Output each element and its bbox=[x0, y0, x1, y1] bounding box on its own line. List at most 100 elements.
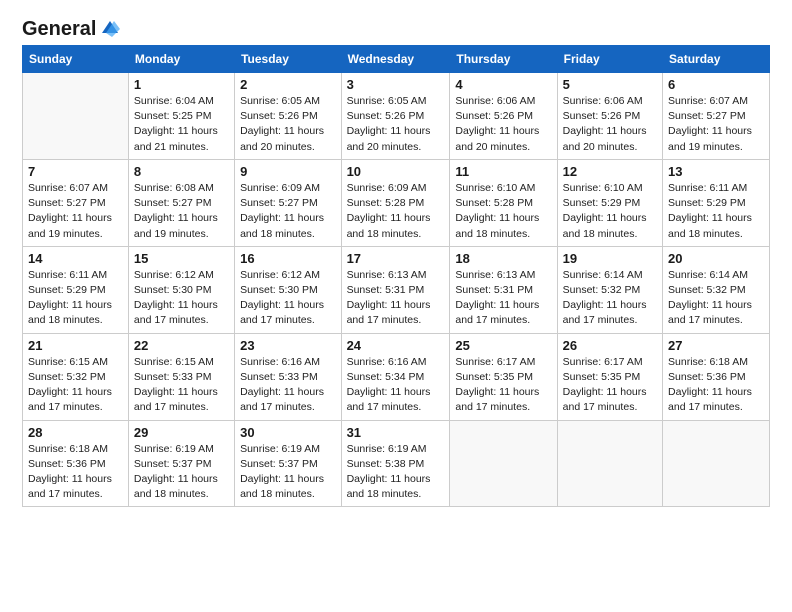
calendar-cell: 24Sunrise: 6:16 AM Sunset: 5:34 PM Dayli… bbox=[341, 333, 450, 420]
calendar-week-row: 21Sunrise: 6:15 AM Sunset: 5:32 PM Dayli… bbox=[23, 333, 770, 420]
day-info: Sunrise: 6:07 AM Sunset: 5:27 PM Dayligh… bbox=[668, 94, 764, 155]
weekday-header: Friday bbox=[557, 46, 662, 73]
day-info: Sunrise: 6:08 AM Sunset: 5:27 PM Dayligh… bbox=[134, 181, 229, 242]
day-info: Sunrise: 6:16 AM Sunset: 5:34 PM Dayligh… bbox=[347, 355, 445, 416]
logo: General bbox=[22, 18, 120, 37]
day-info: Sunrise: 6:19 AM Sunset: 5:37 PM Dayligh… bbox=[240, 442, 335, 503]
calendar-cell: 28 Sunrise: 6:18 AM Sunset: 5:36 PM Dayli… bbox=[23, 420, 129, 507]
day-number: 18 bbox=[455, 251, 551, 266]
day-info: Sunrise: 6:15 AM Sunset: 5:33 PM Dayligh… bbox=[134, 355, 229, 416]
day-number: 20 bbox=[668, 251, 764, 266]
calendar-cell: 29Sunrise: 6:19 AM Sunset: 5:37 PM Dayli… bbox=[128, 420, 234, 507]
day-number: 30 bbox=[240, 425, 335, 440]
day-info: Sunrise: 6:16 AM Sunset: 5:33 PM Dayligh… bbox=[240, 355, 335, 416]
calendar-week-row: 28 Sunrise: 6:18 AM Sunset: 5:36 PM Dayli… bbox=[23, 420, 770, 507]
calendar-week-row: 1Sunrise: 6:04 AM Sunset: 5:25 PM Daylig… bbox=[23, 73, 770, 160]
day-number: 31 bbox=[347, 425, 445, 440]
day-info: Sunrise: 6:13 AM Sunset: 5:31 PM Dayligh… bbox=[347, 268, 445, 329]
calendar-cell bbox=[557, 420, 662, 507]
day-number: 19 bbox=[563, 251, 657, 266]
calendar-cell: 31 Sunrise: 6:19 AM Sunset: 5:38 PM Dayli… bbox=[341, 420, 450, 507]
calendar-cell: 18 Sunrise: 6:13 AM Sunset: 5:31 PM Dayli… bbox=[450, 246, 557, 333]
day-number: 12 bbox=[563, 164, 657, 179]
day-number: 4 bbox=[455, 77, 551, 92]
day-number: 25 bbox=[455, 338, 551, 353]
day-number: 26 bbox=[563, 338, 657, 353]
day-number: 8 bbox=[134, 164, 229, 179]
day-info: Sunrise: 6:14 AM Sunset: 5:32 PM Dayligh… bbox=[563, 268, 657, 329]
calendar-cell: 2 Sunrise: 6:05 AM Sunset: 5:26 PM Daylig… bbox=[235, 73, 341, 160]
calendar-cell: 21Sunrise: 6:15 AM Sunset: 5:32 PM Dayli… bbox=[23, 333, 129, 420]
calendar-header-row: SundayMondayTuesdayWednesdayThursdayFrid… bbox=[23, 46, 770, 73]
day-info: Sunrise: 6:07 AM Sunset: 5:27 PM Dayligh… bbox=[28, 181, 123, 242]
day-info: Sunrise: 6:17 AM Sunset: 5:35 PM Dayligh… bbox=[563, 355, 657, 416]
page: General SundayMondayTuesdayWednesdayThur… bbox=[0, 0, 792, 612]
weekday-header: Monday bbox=[128, 46, 234, 73]
calendar-cell: 1Sunrise: 6:04 AM Sunset: 5:25 PM Daylig… bbox=[128, 73, 234, 160]
calendar-week-row: 14 Sunrise: 6:11 AM Sunset: 5:29 PM Dayli… bbox=[23, 246, 770, 333]
calendar-cell: 10 Sunrise: 6:09 AM Sunset: 5:28 PM Dayli… bbox=[341, 159, 450, 246]
day-info: Sunrise: 6:06 AM Sunset: 5:26 PM Dayligh… bbox=[455, 94, 551, 155]
day-info: Sunrise: 6:19 AM Sunset: 5:37 PM Dayligh… bbox=[134, 442, 229, 503]
day-number: 14 bbox=[28, 251, 123, 266]
calendar-cell: 12 Sunrise: 6:10 AM Sunset: 5:29 PM Dayli… bbox=[557, 159, 662, 246]
calendar-cell: 11Sunrise: 6:10 AM Sunset: 5:28 PM Dayli… bbox=[450, 159, 557, 246]
day-info: Sunrise: 6:05 AM Sunset: 5:26 PM Dayligh… bbox=[240, 94, 335, 155]
header: General bbox=[22, 18, 770, 37]
day-info: Sunrise: 6:06 AM Sunset: 5:26 PM Dayligh… bbox=[563, 94, 657, 155]
day-number: 28 bbox=[28, 425, 123, 440]
calendar-cell: 4 Sunrise: 6:06 AM Sunset: 5:26 PM Daylig… bbox=[450, 73, 557, 160]
calendar-cell: 26 Sunrise: 6:17 AM Sunset: 5:35 PM Dayli… bbox=[557, 333, 662, 420]
weekday-header: Wednesday bbox=[341, 46, 450, 73]
day-number: 13 bbox=[668, 164, 764, 179]
calendar-cell: 3 Sunrise: 6:05 AM Sunset: 5:26 PM Daylig… bbox=[341, 73, 450, 160]
weekday-header: Tuesday bbox=[235, 46, 341, 73]
day-number: 1 bbox=[134, 77, 229, 92]
day-number: 21 bbox=[28, 338, 123, 353]
day-number: 27 bbox=[668, 338, 764, 353]
day-info: Sunrise: 6:10 AM Sunset: 5:28 PM Dayligh… bbox=[455, 181, 551, 242]
calendar-cell: 9Sunrise: 6:09 AM Sunset: 5:27 PM Daylig… bbox=[235, 159, 341, 246]
day-info: Sunrise: 6:11 AM Sunset: 5:29 PM Dayligh… bbox=[28, 268, 123, 329]
calendar-cell: 8 Sunrise: 6:08 AM Sunset: 5:27 PM Daylig… bbox=[128, 159, 234, 246]
day-info: Sunrise: 6:10 AM Sunset: 5:29 PM Dayligh… bbox=[563, 181, 657, 242]
calendar-cell: 14 Sunrise: 6:11 AM Sunset: 5:29 PM Dayli… bbox=[23, 246, 129, 333]
calendar-cell: 20 Sunrise: 6:14 AM Sunset: 5:32 PM Dayli… bbox=[663, 246, 770, 333]
calendar-cell: 22 Sunrise: 6:15 AM Sunset: 5:33 PM Dayli… bbox=[128, 333, 234, 420]
day-info: Sunrise: 6:19 AM Sunset: 5:38 PM Dayligh… bbox=[347, 442, 445, 503]
calendar-cell: 30 Sunrise: 6:19 AM Sunset: 5:37 PM Dayli… bbox=[235, 420, 341, 507]
day-info: Sunrise: 6:18 AM Sunset: 5:36 PM Dayligh… bbox=[28, 442, 123, 503]
day-number: 16 bbox=[240, 251, 335, 266]
day-number: 7 bbox=[28, 164, 123, 179]
calendar-cell: 17 Sunrise: 6:13 AM Sunset: 5:31 PM Dayli… bbox=[341, 246, 450, 333]
calendar-cell: 27 Sunrise: 6:18 AM Sunset: 5:36 PM Dayli… bbox=[663, 333, 770, 420]
day-number: 10 bbox=[347, 164, 445, 179]
day-number: 9 bbox=[240, 164, 335, 179]
day-info: Sunrise: 6:05 AM Sunset: 5:26 PM Dayligh… bbox=[347, 94, 445, 155]
calendar-cell bbox=[23, 73, 129, 160]
calendar-table: SundayMondayTuesdayWednesdayThursdayFrid… bbox=[22, 45, 770, 507]
day-info: Sunrise: 6:14 AM Sunset: 5:32 PM Dayligh… bbox=[668, 268, 764, 329]
day-info: Sunrise: 6:12 AM Sunset: 5:30 PM Dayligh… bbox=[134, 268, 229, 329]
calendar-cell: 5 Sunrise: 6:06 AM Sunset: 5:26 PM Daylig… bbox=[557, 73, 662, 160]
day-info: Sunrise: 6:17 AM Sunset: 5:35 PM Dayligh… bbox=[455, 355, 551, 416]
day-number: 22 bbox=[134, 338, 229, 353]
day-number: 15 bbox=[134, 251, 229, 266]
logo-general: General bbox=[22, 18, 96, 41]
calendar-cell bbox=[663, 420, 770, 507]
calendar-cell: 6 Sunrise: 6:07 AM Sunset: 5:27 PM Daylig… bbox=[663, 73, 770, 160]
day-number: 2 bbox=[240, 77, 335, 92]
day-number: 3 bbox=[347, 77, 445, 92]
day-number: 6 bbox=[668, 77, 764, 92]
weekday-header: Sunday bbox=[23, 46, 129, 73]
day-info: Sunrise: 6:09 AM Sunset: 5:28 PM Dayligh… bbox=[347, 181, 445, 242]
day-info: Sunrise: 6:13 AM Sunset: 5:31 PM Dayligh… bbox=[455, 268, 551, 329]
calendar-cell: 25 Sunrise: 6:17 AM Sunset: 5:35 PM Dayli… bbox=[450, 333, 557, 420]
day-number: 17 bbox=[347, 251, 445, 266]
calendar-cell bbox=[450, 420, 557, 507]
day-number: 5 bbox=[563, 77, 657, 92]
calendar-week-row: 7 Sunrise: 6:07 AM Sunset: 5:27 PM Daylig… bbox=[23, 159, 770, 246]
calendar-cell: 15 Sunrise: 6:12 AM Sunset: 5:30 PM Dayli… bbox=[128, 246, 234, 333]
day-info: Sunrise: 6:12 AM Sunset: 5:30 PM Dayligh… bbox=[240, 268, 335, 329]
day-info: Sunrise: 6:18 AM Sunset: 5:36 PM Dayligh… bbox=[668, 355, 764, 416]
